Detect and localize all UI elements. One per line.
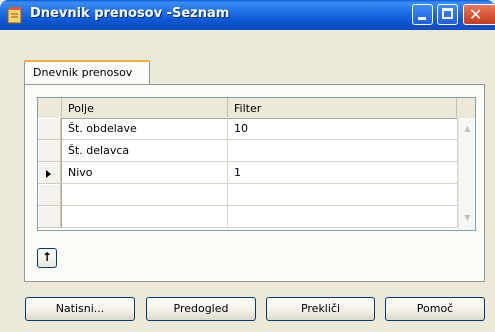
- move-up-button[interactable]: ↑: [37, 248, 57, 268]
- grid-header: Polje Filter: [38, 98, 475, 119]
- scroll-down-icon[interactable]: ▼: [461, 211, 474, 225]
- tab-label: Dnevnik prenosov: [33, 66, 133, 79]
- minimize-icon: [418, 17, 426, 20]
- table-row[interactable]: [38, 206, 458, 228]
- window-document-icon: [7, 7, 22, 24]
- table-row[interactable]: Št. delavca: [38, 140, 458, 162]
- maximize-button[interactable]: [437, 4, 458, 25]
- filter-grid: Polje Filter Št. obdelave 10 Št. delavca…: [37, 97, 476, 231]
- table-row[interactable]: Št. obdelave 10: [38, 118, 458, 140]
- current-row-arrow-icon: [46, 170, 51, 178]
- row-selector[interactable]: [38, 206, 62, 228]
- column-header-polje[interactable]: Polje: [62, 98, 228, 117]
- title-bar[interactable]: Dnevnik prenosov -Seznam ✕: [0, 0, 495, 30]
- close-icon: ✕: [469, 5, 483, 24]
- table-row-current[interactable]: Nivo 1: [38, 162, 458, 184]
- cell-filter[interactable]: 1: [228, 162, 458, 184]
- cell-polje[interactable]: [62, 184, 228, 206]
- cell-polje[interactable]: [62, 206, 228, 228]
- vertical-scrollbar[interactable]: ▲ ▼: [458, 118, 475, 230]
- cell-polje[interactable]: Št. delavca: [62, 140, 228, 162]
- cell-filter[interactable]: [228, 140, 458, 162]
- dialog-window: Dnevnik prenosov -Seznam ✕ Dnevnik preno…: [0, 0, 495, 332]
- preview-button[interactable]: Predogled: [146, 297, 256, 321]
- arrow-up-icon: ↑: [42, 250, 53, 264]
- maximize-icon: [442, 8, 453, 19]
- cell-filter[interactable]: 10: [228, 118, 458, 140]
- cancel-button[interactable]: Prekliči: [266, 297, 375, 321]
- tab-dnevnik-prenosov[interactable]: Dnevnik prenosov: [24, 60, 150, 85]
- cell-filter[interactable]: [228, 206, 458, 228]
- scroll-up-icon[interactable]: ▲: [461, 122, 474, 136]
- row-selector[interactable]: [38, 184, 62, 206]
- header-selector-cell: [38, 98, 62, 117]
- row-selector[interactable]: [38, 118, 62, 140]
- window-title: Dnevnik prenosov -Seznam: [30, 6, 230, 21]
- print-button[interactable]: Natisni...: [25, 297, 135, 321]
- table-row[interactable]: [38, 184, 458, 206]
- cell-polje[interactable]: Nivo: [62, 162, 228, 184]
- cell-polje[interactable]: Št. obdelave: [62, 118, 228, 140]
- minimize-button[interactable]: [412, 4, 433, 25]
- help-button[interactable]: Pomoč: [385, 297, 485, 321]
- row-selector[interactable]: [38, 140, 62, 162]
- cell-filter[interactable]: [228, 184, 458, 206]
- close-button[interactable]: ✕: [463, 4, 495, 25]
- row-selector[interactable]: [38, 162, 62, 184]
- column-header-filter[interactable]: Filter: [228, 98, 457, 117]
